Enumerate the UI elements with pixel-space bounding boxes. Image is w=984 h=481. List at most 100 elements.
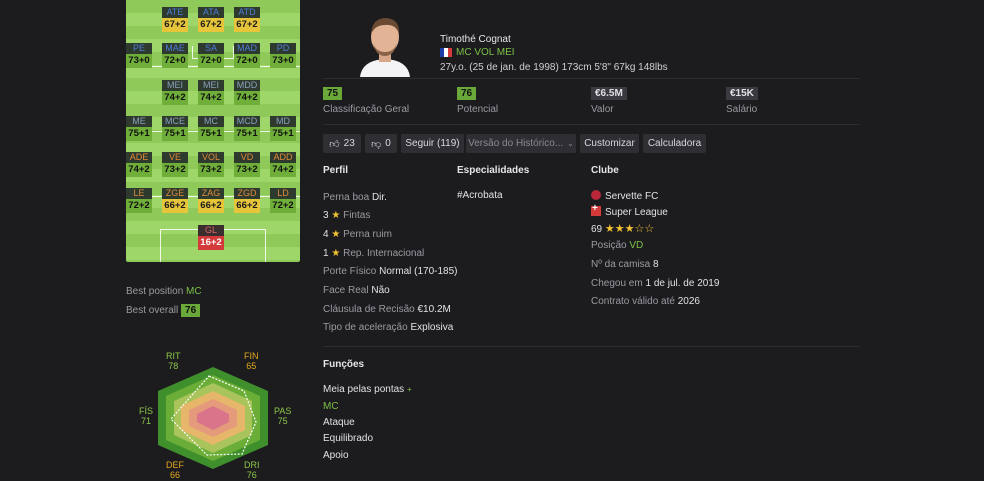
real-face-value: Não	[371, 285, 390, 296]
role-position-row: MC	[323, 401, 339, 412]
pitch-position-mae[interactable]: MAE 72+0	[162, 43, 188, 68]
pitch-position-name: ZAG	[198, 188, 224, 199]
dislike-count: 0	[385, 138, 391, 149]
pitch-position-zag[interactable]: ZAG 66+2	[198, 188, 224, 213]
best-overall-label: Best overall	[126, 305, 179, 316]
preferred-foot-label: Perna boa	[323, 192, 370, 203]
dislike-button[interactable]: 👎︎ 0	[365, 134, 397, 153]
pitch-position-mad[interactable]: MAD 72+0	[234, 43, 260, 68]
divider	[323, 346, 860, 347]
pitch-position-le[interactable]: LE 72+2	[126, 188, 152, 213]
pitch-position-vd[interactable]: VD 73+2	[234, 152, 260, 177]
club-position-value: VD	[629, 240, 644, 251]
pitch-position-ld[interactable]: LD 72+2	[270, 188, 296, 213]
pitch-position-rating: 72+2	[270, 199, 296, 213]
jersey-number-row: Nº da camisa 8	[591, 259, 659, 270]
pitch-position-ve[interactable]: VE 73+2	[162, 152, 188, 177]
pitch-position-sa[interactable]: SA 72+0	[198, 43, 224, 68]
pitch-position-zge[interactable]: ZGE 66+2	[162, 188, 188, 213]
international-rep-label: Rep. Internacional	[343, 248, 425, 259]
stat-value-label: Valor	[591, 104, 614, 115]
pitch-position-ade[interactable]: ADE 74+2	[126, 152, 152, 177]
role-row[interactable]: Meia pelas pontas +	[323, 384, 412, 395]
pitch-position-mdd[interactable]: MDD 74+2	[234, 80, 260, 105]
specialties-heading: Especialidades	[457, 165, 530, 176]
club-rating-value: 69	[591, 224, 603, 235]
pitch-position-add[interactable]: ADD 74+2	[270, 152, 296, 177]
best-overall-value: 76	[181, 304, 201, 317]
pitch-position-name: ZGD	[234, 188, 260, 199]
pitch-position-zgd[interactable]: ZGD 66+2	[234, 188, 260, 213]
stat-potential: 76 Potencial	[457, 87, 498, 115]
pitch-position-name: ADD	[270, 152, 296, 163]
club-rating-row: 69 ★★★☆☆	[591, 222, 654, 235]
joined-row: Chegou em 1 de jul. de 2019	[591, 278, 719, 289]
pitch-position-name: SA	[198, 43, 224, 54]
preferred-foot-row: Perna boa Dir.	[323, 192, 387, 203]
pitch-position-name: ADE	[126, 152, 152, 163]
international-rep-row: 1 ★ Rep. Internacional	[323, 248, 424, 259]
pitch-position-gl[interactable]: GL 16+2	[198, 225, 224, 250]
stat-wage-value: €15K	[726, 87, 758, 100]
pitch-position-rating: 66+2	[198, 199, 224, 213]
pitch-position-atd[interactable]: ATD 67+2	[234, 7, 260, 32]
pitch-position-name: MDD	[234, 80, 260, 91]
pitch-position-name: ME	[126, 116, 152, 127]
league-link[interactable]: Super League	[591, 203, 668, 218]
pitch-position-vol[interactable]: VOL 73+2	[198, 152, 224, 177]
role-focus-item[interactable]: Apoio	[323, 450, 349, 461]
skill-moves-value: 3	[323, 210, 329, 221]
pitch-position-pe[interactable]: PE 73+0	[126, 43, 152, 68]
radar-label-dri: DRI 76	[244, 460, 260, 480]
pitch-position-me[interactable]: ME 75+1	[126, 116, 152, 141]
weak-foot-label: Perna ruim	[343, 229, 392, 240]
pitch-position-rating: 74+2	[162, 91, 188, 105]
like-button[interactable]: 👍︎ 23	[323, 134, 361, 153]
pitch-position-name: VE	[162, 152, 188, 163]
pitch-position-mce[interactable]: MCE 75+1	[162, 116, 188, 141]
pitch-position-mei[interactable]: MEI 74+2	[162, 80, 188, 105]
profile-heading: Perfil	[323, 165, 349, 176]
customize-button[interactable]: Customizar	[580, 134, 639, 153]
club-crest-icon	[591, 190, 601, 200]
pitch-position-pd[interactable]: PD 73+0	[270, 43, 296, 68]
body-type-value: Normal (170-185)	[379, 266, 458, 277]
follow-button[interactable]: Seguir (119)	[401, 134, 464, 153]
pitch-position-mc[interactable]: MC 75+1	[198, 116, 224, 141]
joined-label: Chegou em	[591, 278, 643, 289]
history-version-select[interactable]: Versão do Histórico... ⌄	[466, 134, 576, 153]
role-focus-item[interactable]: Equilibrado	[323, 433, 373, 444]
pitch-position-md[interactable]: MD 75+1	[270, 116, 296, 141]
pitch-position-rating: 74+2	[126, 163, 152, 177]
radar-label-fis: FÍS 71	[139, 406, 154, 426]
stat-wage: €15K Salário	[726, 87, 758, 115]
star-icon: ★	[331, 229, 341, 240]
release-clause-row: Cláusula de Recisão €10.2M	[323, 304, 451, 315]
skill-moves-label: Fintas	[343, 210, 371, 221]
pitch-position-rating: 16+2	[198, 236, 224, 250]
club-link[interactable]: Servette FC	[591, 190, 658, 202]
release-clause-value: €10.2M	[417, 304, 451, 315]
role-focus-item[interactable]: Ataque	[323, 417, 355, 428]
contract-value: 2026	[677, 296, 700, 307]
pitch-position-mei[interactable]: MEI 74+2	[198, 80, 224, 105]
pitch-position-mcd[interactable]: MCD 75+1	[234, 116, 260, 141]
roles-heading: Funções	[323, 359, 365, 370]
pitch-position-name: ZGE	[162, 188, 188, 199]
pitch-position-ata[interactable]: ATA 67+2	[198, 7, 224, 32]
real-face-label: Face Real	[323, 285, 369, 296]
pitch-position-name: GL	[198, 225, 224, 236]
skill-moves-row: 3 ★ Fintas	[323, 210, 370, 221]
pitch-position-ate[interactable]: ATE 67+2	[162, 7, 188, 32]
star-icon: ★	[331, 210, 341, 221]
pitch-position-rating: 75+1	[270, 127, 296, 141]
pitch-position-rating: 73+2	[198, 163, 224, 177]
swiss-flag-icon	[591, 203, 601, 216]
calculator-button[interactable]: Calculadora	[643, 134, 706, 153]
star-icon: ★	[331, 248, 341, 259]
pitch-position-name: MAD	[234, 43, 260, 54]
pitch-position-name: MCE	[162, 116, 188, 127]
pitch-position-rating: 67+2	[198, 18, 224, 32]
specialty-tag[interactable]: #Acrobata	[457, 190, 503, 201]
jersey-number-label: Nº da camisa	[591, 259, 651, 270]
